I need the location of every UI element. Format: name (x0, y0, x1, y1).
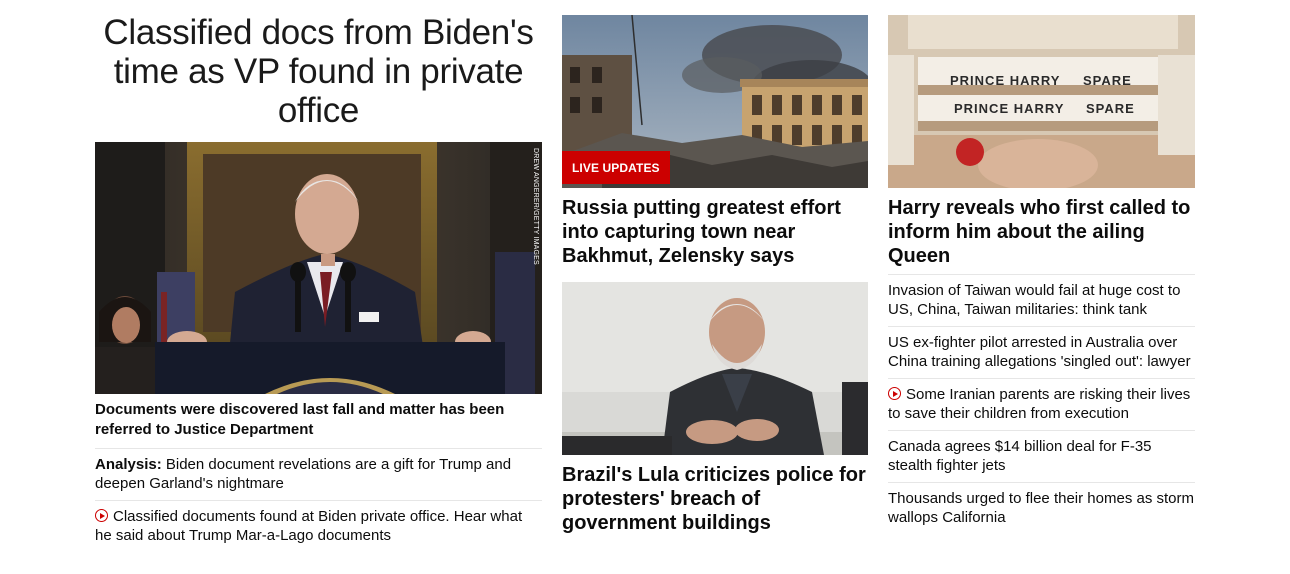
list-item[interactable]: Classified documents found at Biden priv… (95, 500, 542, 552)
book-label-title: SPARE (1086, 101, 1135, 116)
lula-photo (562, 282, 868, 455)
play-video-icon (888, 387, 901, 400)
biden-podium-photo (95, 142, 542, 394)
lula-headline[interactable]: Brazil's Lula criticizes police for prot… (562, 463, 868, 535)
book-label-name: PRINCE HARRY (954, 101, 1064, 116)
play-video-icon (95, 509, 108, 522)
list-item[interactable]: Analysis: Biden document revelations are… (95, 448, 542, 500)
link-text: Thousands urged to flee their homes as s… (888, 490, 1194, 526)
link-text: Classified documents found at Biden priv… (95, 508, 523, 544)
list-item[interactable]: Invasion of Taiwan would fail at huge co… (888, 274, 1195, 326)
link-text: US ex-fighter pilot arrested in Australi… (888, 334, 1191, 370)
link-text: Invasion of Taiwan would fail at huge co… (888, 282, 1181, 318)
lead-subheadline[interactable]: Documents were discovered last fall and … (95, 400, 542, 440)
photo-credit: DREW ANGERER/GETTY IMAGES (532, 148, 539, 265)
list-item[interactable]: US ex-fighter pilot arrested in Australi… (888, 326, 1195, 378)
ukraine-image[interactable]: LIVE UPDATES (562, 15, 868, 188)
link-text: Canada agrees $14 billion deal for F-35 … (888, 438, 1152, 474)
lead-image[interactable]: DREW ANGERER/GETTY IMAGES (95, 142, 542, 394)
book-label-name: PRINCE HARRY (950, 73, 1060, 88)
right-headline-list: Invasion of Taiwan would fail at huge co… (888, 274, 1195, 534)
lead-headline[interactable]: Classified docs from Biden's time as VP … (95, 13, 542, 130)
list-item[interactable]: Thousands urged to flee their homes as s… (888, 482, 1195, 534)
harry-headline[interactable]: Harry reveals who first called to inform… (888, 196, 1195, 268)
lula-image[interactable] (562, 282, 868, 455)
list-item[interactable]: Canada agrees $14 billion deal for F-35 … (888, 430, 1195, 482)
list-item[interactable]: Some Iranian parents are risking their l… (888, 378, 1195, 430)
lead-story: Classified docs from Biden's time as VP … (95, 0, 542, 544)
link-text: Some Iranian parents are risking their l… (888, 386, 1191, 422)
spare-books-photo: PRINCE HARRY SPARE PRINCE HARRY SPARE (888, 15, 1195, 188)
lead-related-links: Analysis: Biden document revelations are… (95, 448, 542, 552)
book-label-title: SPARE (1083, 73, 1132, 88)
harry-image[interactable]: PRINCE HARRY SPARE PRINCE HARRY SPARE (888, 15, 1195, 188)
analysis-label: Analysis: (95, 456, 162, 473)
live-updates-badge: LIVE UPDATES (562, 151, 670, 184)
ukraine-headline[interactable]: Russia putting greatest effort into capt… (562, 196, 868, 268)
